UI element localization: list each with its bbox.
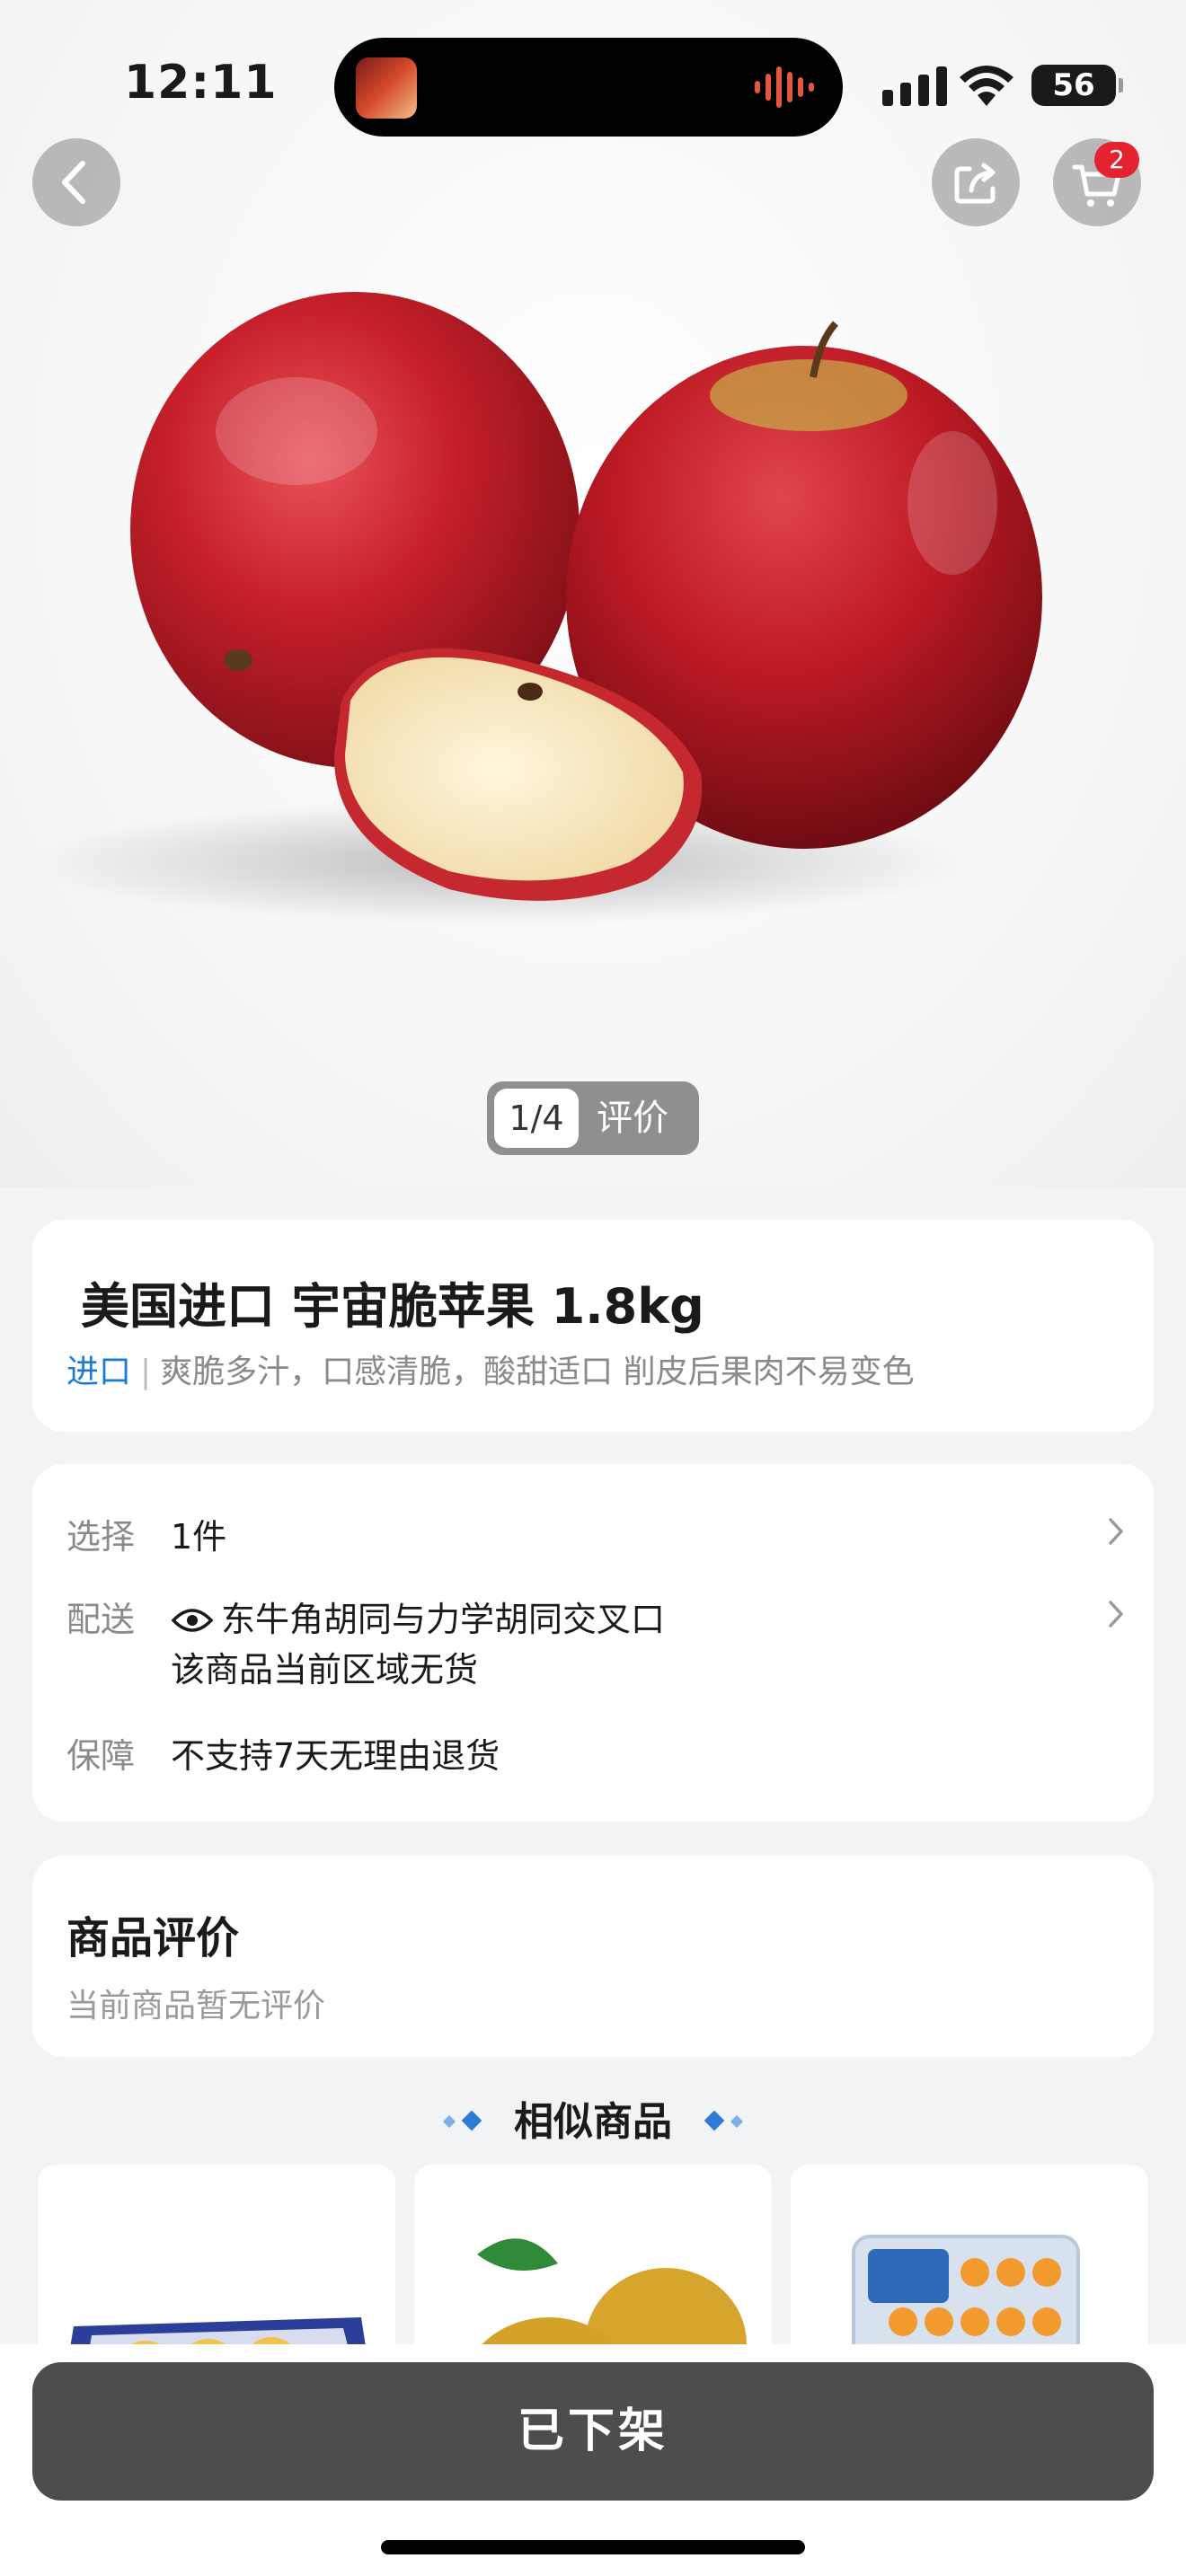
back-icon: [62, 161, 85, 204]
select-value: 1件: [171, 1517, 227, 1557]
guarantee-label: 保障: [66, 1736, 136, 1776]
share-button[interactable]: [932, 138, 1020, 226]
reviews-card[interactable]: 商品评价 当前商品暂无评价: [32, 1856, 1154, 2057]
similar-products-header: 相似商品: [0, 2089, 1186, 2147]
eye-icon: [171, 1609, 214, 1632]
dynamic-island[interactable]: [334, 38, 843, 137]
reviews-title: 商品评价: [66, 1913, 240, 1963]
select-label: 选择: [66, 1517, 136, 1557]
decor-diamond: [442, 2114, 456, 2129]
wifi-icon: [960, 66, 1013, 106]
subtitle-divider: |: [140, 1354, 152, 1390]
guarantee-row: 保障 不支持7天无理由退货: [66, 1728, 1127, 1776]
cart-count-badge: 2: [1094, 142, 1139, 178]
product-title: 美国进口 宇宙脆苹果 1.8kg: [81, 1278, 704, 1335]
gallery-pill[interactable]: 1/4 评价: [487, 1081, 699, 1155]
off-shelf-button[interactable]: 已下架: [32, 2362, 1154, 2501]
select-row[interactable]: 选择 1件: [66, 1509, 1127, 1557]
import-tag: 进口: [66, 1354, 132, 1390]
chevron-right-icon: [1109, 1601, 1123, 1628]
delivery-address-line: 东牛角胡同与力学胡同交叉口: [171, 1592, 665, 1641]
cellular-signal-icon: [882, 66, 947, 106]
delivery-row[interactable]: 配送 东牛角胡同与力学胡同交叉口 该商品当前区域无货: [66, 1592, 1127, 1690]
product-options-card: 选择 1件 配送 东牛角胡同与力学胡同交叉口 该商品当前区域无货 保障 不支持7…: [32, 1464, 1154, 1822]
now-playing-thumbnail: [356, 57, 417, 119]
decor-diamond: [461, 2110, 482, 2131]
gallery-review-link[interactable]: 评价: [597, 1085, 668, 1151]
product-title-card: 美国进口 宇宙脆苹果 1.8kg 进口 | 爽脆多汁，口感清脆，酸甜适口 削皮后果肉…: [32, 1220, 1154, 1432]
product-subtitle: 进口 | 爽脆多汁，口感清脆，酸甜适口 削皮后果肉不易变色: [66, 1345, 915, 1392]
guarantee-value: 不支持7天无理由退货: [171, 1736, 500, 1776]
status-bar: 12:11 56: [0, 0, 1186, 137]
audio-wave-icon: [755, 66, 814, 108]
product-description: 爽脆多汁，口感清脆，酸甜适口 削皮后果肉不易变色: [160, 1354, 915, 1390]
share-icon: [954, 163, 996, 204]
delivery-address: 东牛角胡同与力学胡同交叉口: [221, 1600, 666, 1639]
image-counter: 1/4: [494, 1089, 579, 1148]
decor-diamond: [704, 2110, 725, 2131]
reviews-empty-text: 当前商品暂无评价: [66, 1988, 326, 2025]
battery-level: 56: [1052, 67, 1095, 103]
decor-diamond: [730, 2114, 744, 2129]
battery-indicator: 56: [1031, 65, 1123, 106]
similar-products-title: 相似商品: [514, 2099, 672, 2145]
status-time: 12:11: [124, 56, 278, 110]
home-indicator[interactable]: [381, 2540, 805, 2554]
chevron-right-icon: [1109, 1518, 1123, 1545]
stock-note: 该商品当前区域无货: [171, 1650, 479, 1689]
delivery-label: 配送: [66, 1600, 136, 1639]
back-button[interactable]: [32, 138, 120, 226]
